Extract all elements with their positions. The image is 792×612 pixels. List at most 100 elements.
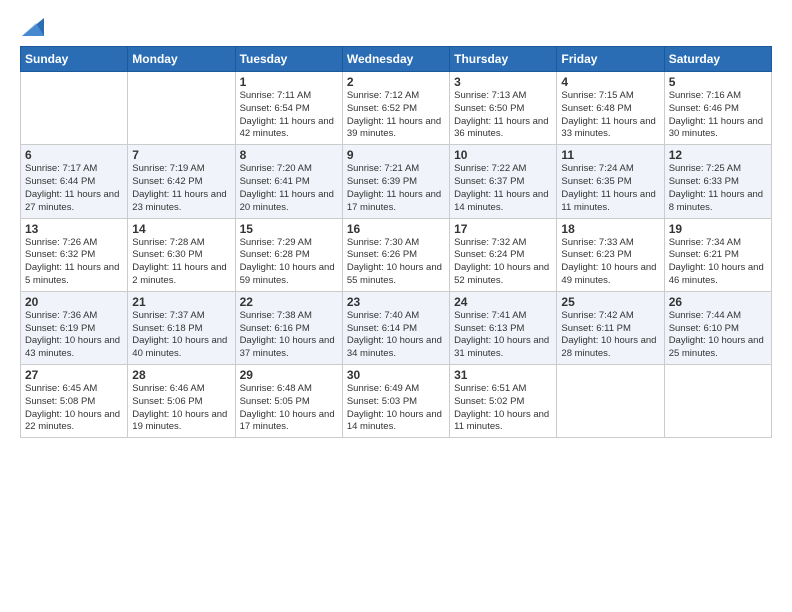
day-info: Sunrise: 7:15 AM Sunset: 6:48 PM Dayligh…: [561, 90, 659, 141]
day-number: 5: [669, 75, 767, 89]
column-header-sunday: Sunday: [21, 47, 128, 72]
calendar-cell: [128, 72, 235, 145]
day-info: Sunrise: 7:26 AM Sunset: 6:32 PM Dayligh…: [25, 237, 123, 288]
calendar-cell: 6Sunrise: 7:17 AM Sunset: 6:44 PM Daylig…: [21, 145, 128, 218]
day-number: 15: [240, 222, 338, 236]
day-info: Sunrise: 6:46 AM Sunset: 5:06 PM Dayligh…: [132, 383, 230, 434]
day-info: Sunrise: 7:13 AM Sunset: 6:50 PM Dayligh…: [454, 90, 552, 141]
calendar-cell: 24Sunrise: 7:41 AM Sunset: 6:13 PM Dayli…: [450, 291, 557, 364]
day-number: 8: [240, 148, 338, 162]
week-row-1: 1Sunrise: 7:11 AM Sunset: 6:54 PM Daylig…: [21, 72, 772, 145]
calendar-cell: 15Sunrise: 7:29 AM Sunset: 6:28 PM Dayli…: [235, 218, 342, 291]
calendar-cell: 9Sunrise: 7:21 AM Sunset: 6:39 PM Daylig…: [342, 145, 449, 218]
day-number: 22: [240, 295, 338, 309]
calendar-cell: 17Sunrise: 7:32 AM Sunset: 6:24 PM Dayli…: [450, 218, 557, 291]
day-number: 6: [25, 148, 123, 162]
day-number: 30: [347, 368, 445, 382]
day-info: Sunrise: 7:24 AM Sunset: 6:35 PM Dayligh…: [561, 163, 659, 214]
day-info: Sunrise: 7:34 AM Sunset: 6:21 PM Dayligh…: [669, 237, 767, 288]
day-info: Sunrise: 7:38 AM Sunset: 6:16 PM Dayligh…: [240, 310, 338, 361]
column-header-thursday: Thursday: [450, 47, 557, 72]
calendar-cell: 20Sunrise: 7:36 AM Sunset: 6:19 PM Dayli…: [21, 291, 128, 364]
day-number: 7: [132, 148, 230, 162]
calendar-cell: 25Sunrise: 7:42 AM Sunset: 6:11 PM Dayli…: [557, 291, 664, 364]
page: SundayMondayTuesdayWednesdayThursdayFrid…: [0, 0, 792, 612]
day-number: 31: [454, 368, 552, 382]
calendar-cell: 18Sunrise: 7:33 AM Sunset: 6:23 PM Dayli…: [557, 218, 664, 291]
day-number: 4: [561, 75, 659, 89]
day-number: 21: [132, 295, 230, 309]
day-info: Sunrise: 7:44 AM Sunset: 6:10 PM Dayligh…: [669, 310, 767, 361]
calendar-cell: 28Sunrise: 6:46 AM Sunset: 5:06 PM Dayli…: [128, 365, 235, 438]
column-header-row: SundayMondayTuesdayWednesdayThursdayFrid…: [21, 47, 772, 72]
day-info: Sunrise: 7:33 AM Sunset: 6:23 PM Dayligh…: [561, 237, 659, 288]
calendar-cell: 21Sunrise: 7:37 AM Sunset: 6:18 PM Dayli…: [128, 291, 235, 364]
calendar-cell: 11Sunrise: 7:24 AM Sunset: 6:35 PM Dayli…: [557, 145, 664, 218]
day-info: Sunrise: 6:49 AM Sunset: 5:03 PM Dayligh…: [347, 383, 445, 434]
calendar-cell: 3Sunrise: 7:13 AM Sunset: 6:50 PM Daylig…: [450, 72, 557, 145]
day-info: Sunrise: 7:16 AM Sunset: 6:46 PM Dayligh…: [669, 90, 767, 141]
day-info: Sunrise: 6:48 AM Sunset: 5:05 PM Dayligh…: [240, 383, 338, 434]
calendar-cell: 30Sunrise: 6:49 AM Sunset: 5:03 PM Dayli…: [342, 365, 449, 438]
day-number: 13: [25, 222, 123, 236]
day-number: 16: [347, 222, 445, 236]
calendar-cell: 23Sunrise: 7:40 AM Sunset: 6:14 PM Dayli…: [342, 291, 449, 364]
calendar-cell: 22Sunrise: 7:38 AM Sunset: 6:16 PM Dayli…: [235, 291, 342, 364]
calendar-cell: 5Sunrise: 7:16 AM Sunset: 6:46 PM Daylig…: [664, 72, 771, 145]
calendar-cell: 26Sunrise: 7:44 AM Sunset: 6:10 PM Dayli…: [664, 291, 771, 364]
calendar-cell: 27Sunrise: 6:45 AM Sunset: 5:08 PM Dayli…: [21, 365, 128, 438]
day-info: Sunrise: 7:19 AM Sunset: 6:42 PM Dayligh…: [132, 163, 230, 214]
column-header-tuesday: Tuesday: [235, 47, 342, 72]
calendar-cell: 16Sunrise: 7:30 AM Sunset: 6:26 PM Dayli…: [342, 218, 449, 291]
calendar-cell: [557, 365, 664, 438]
day-info: Sunrise: 7:40 AM Sunset: 6:14 PM Dayligh…: [347, 310, 445, 361]
week-row-4: 20Sunrise: 7:36 AM Sunset: 6:19 PM Dayli…: [21, 291, 772, 364]
column-header-monday: Monday: [128, 47, 235, 72]
calendar-cell: 2Sunrise: 7:12 AM Sunset: 6:52 PM Daylig…: [342, 72, 449, 145]
header: [20, 18, 772, 36]
day-number: 14: [132, 222, 230, 236]
day-number: 2: [347, 75, 445, 89]
day-info: Sunrise: 7:22 AM Sunset: 6:37 PM Dayligh…: [454, 163, 552, 214]
day-info: Sunrise: 7:21 AM Sunset: 6:39 PM Dayligh…: [347, 163, 445, 214]
day-info: Sunrise: 7:42 AM Sunset: 6:11 PM Dayligh…: [561, 310, 659, 361]
day-number: 26: [669, 295, 767, 309]
day-info: Sunrise: 7:25 AM Sunset: 6:33 PM Dayligh…: [669, 163, 767, 214]
logo: [20, 18, 44, 36]
week-row-5: 27Sunrise: 6:45 AM Sunset: 5:08 PM Dayli…: [21, 365, 772, 438]
calendar-cell: 12Sunrise: 7:25 AM Sunset: 6:33 PM Dayli…: [664, 145, 771, 218]
day-number: 11: [561, 148, 659, 162]
day-number: 23: [347, 295, 445, 309]
calendar-cell: 7Sunrise: 7:19 AM Sunset: 6:42 PM Daylig…: [128, 145, 235, 218]
day-info: Sunrise: 7:29 AM Sunset: 6:28 PM Dayligh…: [240, 237, 338, 288]
calendar-cell: 31Sunrise: 6:51 AM Sunset: 5:02 PM Dayli…: [450, 365, 557, 438]
day-info: Sunrise: 7:37 AM Sunset: 6:18 PM Dayligh…: [132, 310, 230, 361]
day-number: 25: [561, 295, 659, 309]
week-row-2: 6Sunrise: 7:17 AM Sunset: 6:44 PM Daylig…: [21, 145, 772, 218]
day-info: Sunrise: 7:41 AM Sunset: 6:13 PM Dayligh…: [454, 310, 552, 361]
calendar-cell: [21, 72, 128, 145]
calendar-cell: 13Sunrise: 7:26 AM Sunset: 6:32 PM Dayli…: [21, 218, 128, 291]
column-header-saturday: Saturday: [664, 47, 771, 72]
day-number: 18: [561, 222, 659, 236]
day-info: Sunrise: 6:51 AM Sunset: 5:02 PM Dayligh…: [454, 383, 552, 434]
day-number: 29: [240, 368, 338, 382]
calendar-table: SundayMondayTuesdayWednesdayThursdayFrid…: [20, 46, 772, 438]
column-header-friday: Friday: [557, 47, 664, 72]
day-info: Sunrise: 7:20 AM Sunset: 6:41 PM Dayligh…: [240, 163, 338, 214]
calendar-cell: 1Sunrise: 7:11 AM Sunset: 6:54 PM Daylig…: [235, 72, 342, 145]
day-info: Sunrise: 7:28 AM Sunset: 6:30 PM Dayligh…: [132, 237, 230, 288]
day-number: 9: [347, 148, 445, 162]
day-info: Sunrise: 6:45 AM Sunset: 5:08 PM Dayligh…: [25, 383, 123, 434]
day-info: Sunrise: 7:12 AM Sunset: 6:52 PM Dayligh…: [347, 90, 445, 141]
day-number: 10: [454, 148, 552, 162]
day-info: Sunrise: 7:11 AM Sunset: 6:54 PM Dayligh…: [240, 90, 338, 141]
calendar-cell: 10Sunrise: 7:22 AM Sunset: 6:37 PM Dayli…: [450, 145, 557, 218]
logo-icon: [22, 18, 44, 36]
day-info: Sunrise: 7:17 AM Sunset: 6:44 PM Dayligh…: [25, 163, 123, 214]
calendar-cell: 19Sunrise: 7:34 AM Sunset: 6:21 PM Dayli…: [664, 218, 771, 291]
day-number: 24: [454, 295, 552, 309]
day-number: 12: [669, 148, 767, 162]
week-row-3: 13Sunrise: 7:26 AM Sunset: 6:32 PM Dayli…: [21, 218, 772, 291]
day-info: Sunrise: 7:30 AM Sunset: 6:26 PM Dayligh…: [347, 237, 445, 288]
